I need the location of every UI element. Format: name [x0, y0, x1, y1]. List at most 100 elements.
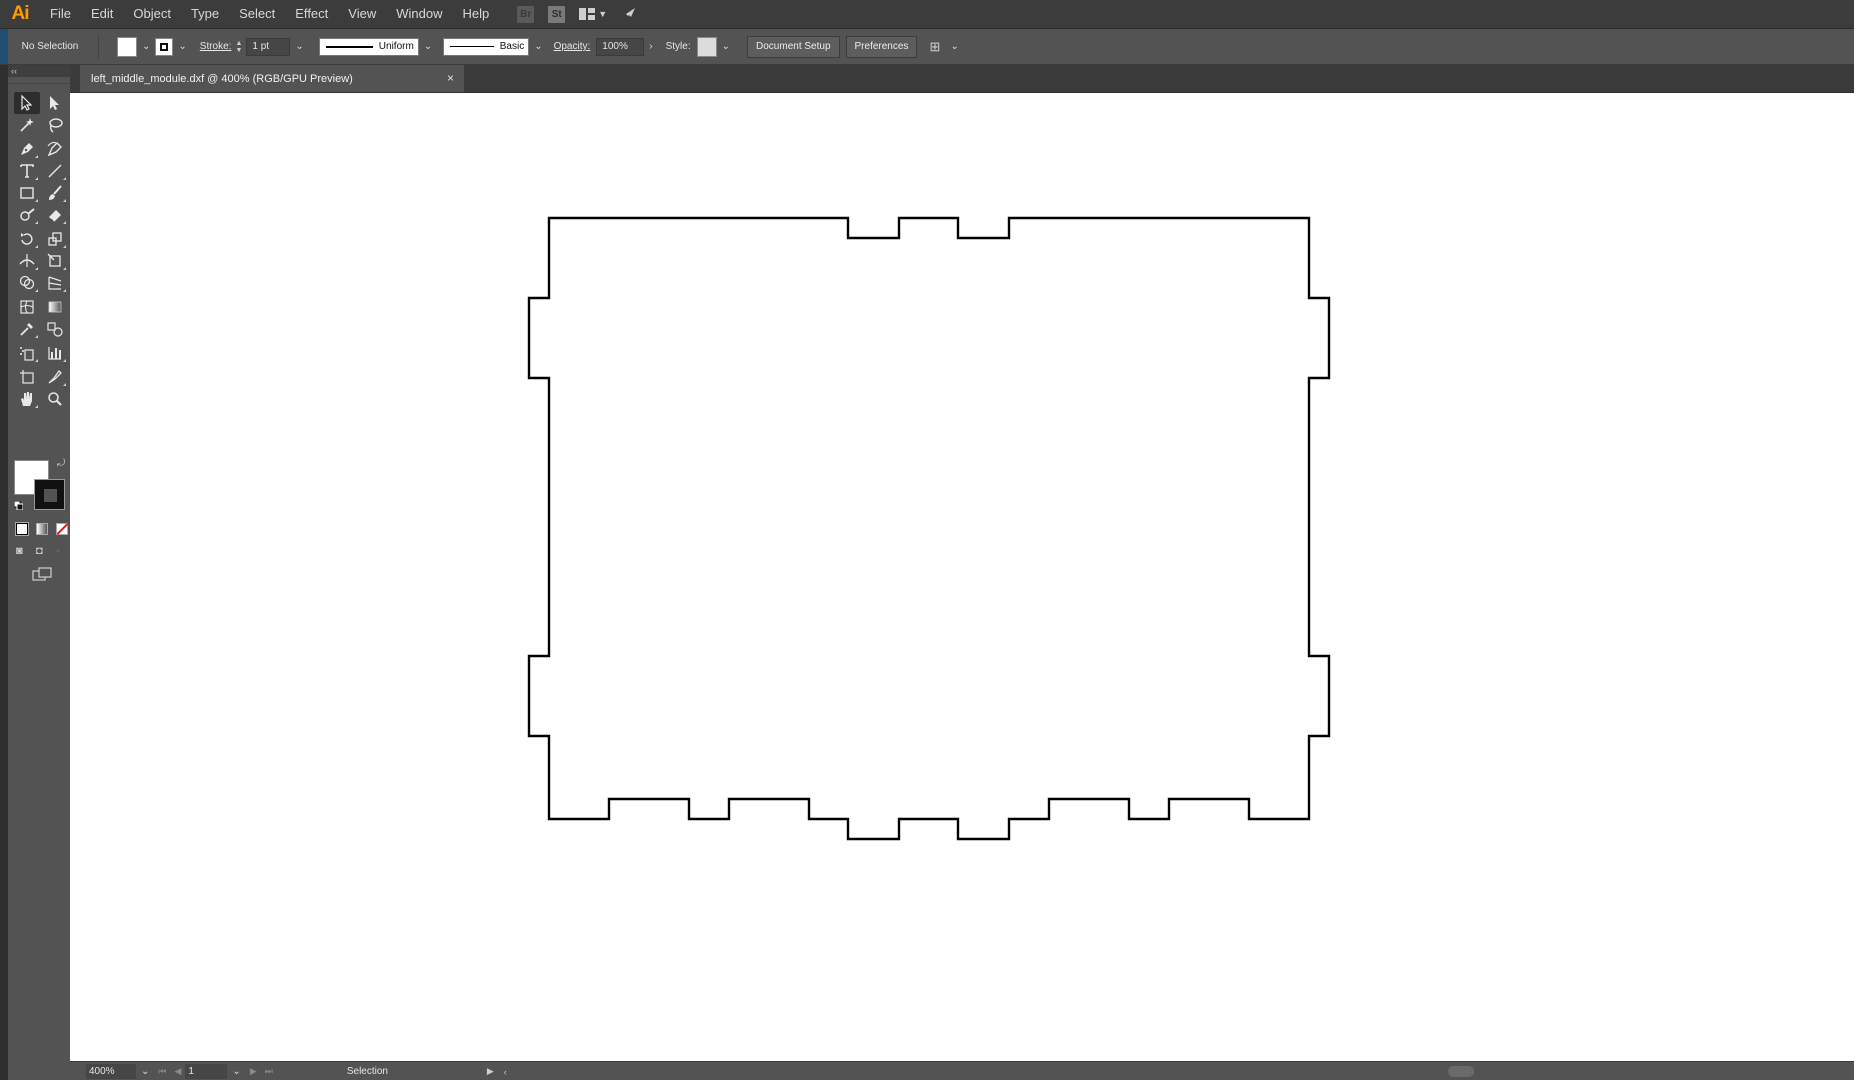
- profile-line: [325, 45, 373, 48]
- perspective-grid-tool[interactable]: [42, 272, 68, 294]
- opacity-label[interactable]: Opacity:: [554, 41, 591, 52]
- artboard-canvas[interactable]: [70, 93, 1854, 1061]
- eraser-tool[interactable]: [42, 204, 68, 226]
- graphic-style-swatch[interactable]: [696, 36, 717, 57]
- artboard-tool[interactable]: [14, 366, 40, 388]
- screen-mode-icon[interactable]: [32, 567, 52, 581]
- menu-help[interactable]: Help: [452, 0, 499, 28]
- curvature-tool[interactable]: [42, 138, 68, 160]
- default-fill-stroke-icon[interactable]: [14, 501, 23, 510]
- type-tool[interactable]: [14, 160, 40, 182]
- menu-object[interactable]: Object: [123, 0, 181, 28]
- menu-select[interactable]: Select: [229, 0, 285, 28]
- horizontal-scrollbar-thumb[interactable]: [1448, 1066, 1474, 1077]
- scale-tool[interactable]: [42, 228, 68, 250]
- color-mode-icon[interactable]: [15, 522, 29, 536]
- perspective-grid-icon: [48, 276, 62, 290]
- document-tab-bar: left_middle_module.dxf @ 400% (RGB/GPU P…: [70, 65, 1854, 93]
- zoom-dropdown-icon[interactable]: ⌄: [141, 1066, 149, 1077]
- rotate-tool[interactable]: [14, 228, 40, 250]
- swap-fill-stroke-icon[interactable]: ⤾: [57, 458, 65, 469]
- direct-selection-tool[interactable]: [42, 92, 68, 114]
- artboard-number-input[interactable]: 1: [185, 1064, 228, 1079]
- menu-bar: Ai File Edit Object Type Select Effect V…: [0, 0, 1854, 29]
- rectangle-icon: [20, 187, 34, 199]
- selection-tool[interactable]: [14, 92, 40, 114]
- menu-file[interactable]: File: [40, 0, 81, 28]
- zoom-level-input[interactable]: 400%: [86, 1064, 136, 1079]
- scroll-left-icon[interactable]: ‹: [504, 1067, 507, 1077]
- status-menu-arrow-icon[interactable]: ▶: [487, 1066, 494, 1077]
- fill-swatch[interactable]: [117, 36, 137, 57]
- gradient-tool[interactable]: [42, 296, 68, 318]
- pen-tool[interactable]: [14, 138, 40, 160]
- pen-icon: [21, 143, 33, 155]
- document-setup-button[interactable]: Document Setup: [747, 35, 840, 58]
- width-tool[interactable]: [14, 250, 40, 272]
- brush-definition[interactable]: Basic: [443, 37, 530, 56]
- menu-effect[interactable]: Effect: [285, 0, 338, 28]
- app-logo: Ai: [11, 3, 30, 24]
- slice-icon: [48, 369, 62, 384]
- magic-wand-tool[interactable]: [14, 114, 40, 136]
- artboard-dropdown-icon[interactable]: ⌄: [232, 1066, 240, 1077]
- stroke-color-swatch[interactable]: [34, 479, 65, 510]
- stroke-label[interactable]: Stroke:: [200, 41, 232, 52]
- symbol-sprayer-tool[interactable]: [14, 342, 40, 364]
- opacity-input[interactable]: 100%: [596, 37, 645, 56]
- mesh-tool[interactable]: [14, 296, 40, 318]
- gradient-mode-icon[interactable]: [36, 523, 48, 535]
- preferences-button[interactable]: Preferences: [845, 35, 918, 58]
- stock-icon[interactable]: St: [548, 5, 566, 23]
- menu-edit[interactable]: Edit: [81, 0, 123, 28]
- none-mode-icon[interactable]: [56, 523, 68, 535]
- draw-inside-icon[interactable]: ◦: [56, 545, 68, 557]
- last-artboard-icon[interactable]: ⏭: [265, 1066, 273, 1077]
- first-artboard-icon[interactable]: ⏮: [158, 1066, 166, 1077]
- draw-normal-icon[interactable]: ◙: [16, 545, 28, 557]
- bridge-icon[interactable]: Br: [517, 5, 535, 23]
- blend-icon: [47, 322, 63, 337]
- column-graph-tool[interactable]: [42, 342, 68, 364]
- rocket-icon[interactable]: [621, 5, 639, 23]
- panel-grip[interactable]: [8, 77, 70, 84]
- menu-window[interactable]: Window: [386, 0, 452, 28]
- next-artboard-icon[interactable]: ▶: [250, 1066, 257, 1077]
- menu-view[interactable]: View: [338, 0, 386, 28]
- blend-tool[interactable]: [42, 318, 68, 340]
- shaper-tool[interactable]: [14, 204, 40, 226]
- fill-dropdown-icon[interactable]: ⌄: [142, 41, 150, 52]
- divider: [98, 34, 99, 59]
- style-dropdown-icon[interactable]: ⌄: [722, 41, 730, 52]
- arrange-documents-button[interactable]: ▼: [579, 8, 607, 20]
- collapse-panel-button[interactable]: ‹‹: [8, 65, 70, 77]
- brush-dropdown-icon[interactable]: ⌄: [534, 41, 542, 52]
- shape-builder-tool[interactable]: [14, 272, 40, 294]
- document-tab[interactable]: left_middle_module.dxf @ 400% (RGB/GPU P…: [80, 65, 464, 92]
- menu-type[interactable]: Type: [181, 0, 229, 28]
- lasso-tool[interactable]: [42, 114, 68, 136]
- paintbrush-tool[interactable]: [42, 182, 68, 204]
- previous-artboard-icon[interactable]: ◀: [175, 1066, 182, 1077]
- draw-behind-icon[interactable]: ◘: [36, 545, 48, 557]
- profile-dropdown-icon[interactable]: ⌄: [424, 41, 432, 52]
- slice-tool[interactable]: [42, 366, 68, 388]
- hand-tool[interactable]: [14, 388, 40, 410]
- close-icon[interactable]: ×: [447, 71, 454, 85]
- rectangle-tool[interactable]: [14, 182, 40, 204]
- stroke-swatch[interactable]: [155, 37, 174, 56]
- stroke-weight-stepper[interactable]: ▲ ▼: [235, 40, 242, 54]
- align-icon[interactable]: ⊞: [929, 39, 945, 55]
- align-dropdown-icon[interactable]: ⌄: [950, 41, 958, 52]
- free-transform-tool[interactable]: [42, 250, 68, 272]
- finger-joint-panel-outline[interactable]: [527, 216, 1331, 841]
- stroke-weight-dropdown-icon[interactable]: ⌄: [295, 41, 303, 52]
- zoom-tool[interactable]: [42, 388, 68, 410]
- opacity-arrow-icon[interactable]: ›: [649, 41, 652, 52]
- line-segment-tool[interactable]: [42, 160, 68, 182]
- eyedropper-icon: [20, 323, 33, 336]
- stroke-weight-input[interactable]: 1 pt: [246, 37, 291, 56]
- eyedropper-tool[interactable]: [14, 318, 40, 340]
- variable-width-profile[interactable]: Uniform: [318, 37, 419, 56]
- stroke-dropdown-icon[interactable]: ⌄: [178, 41, 186, 52]
